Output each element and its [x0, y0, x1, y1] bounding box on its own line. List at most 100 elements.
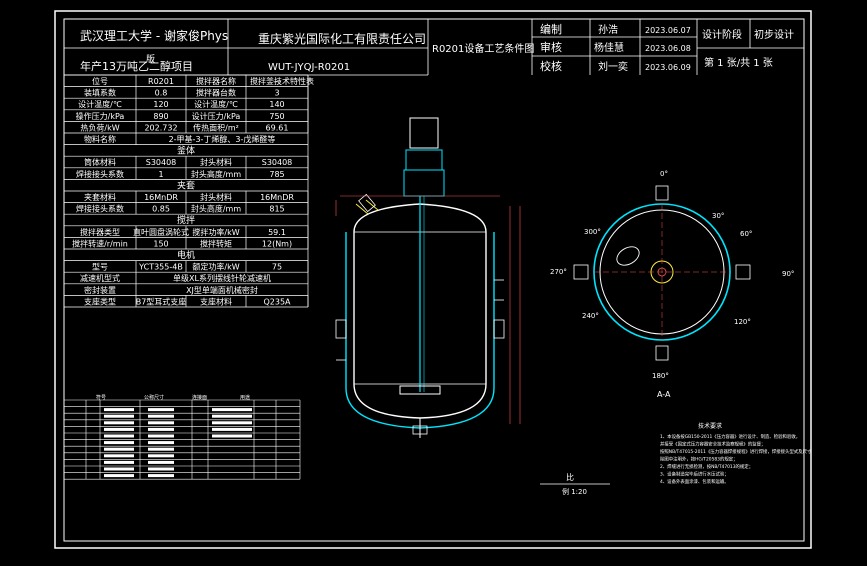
- plan-angle-label: 0°: [660, 170, 668, 178]
- spec-cell: 支座材料: [200, 296, 232, 306]
- drawing-name: R0201设备工艺条件图: [432, 42, 534, 55]
- spec-cell: 0.85: [152, 205, 170, 214]
- spec-cell: 焊接接头系数: [76, 204, 124, 214]
- plan-angle-label: 30°: [712, 212, 724, 220]
- spec-header: 搅拌釜技术特性表: [250, 76, 314, 86]
- spec-cell: 设计温度/℃: [78, 99, 122, 109]
- spec-cell: 2-甲基-3-丁烯醇、3-戊烯醛等: [169, 134, 276, 144]
- drawing-number: WUT-JYQJ-R0201: [268, 62, 350, 73]
- nozzle-table: 符号 公称尺寸 连接面 用途: [63, 394, 301, 480]
- spec-cell: 搅拌功率/kW: [192, 227, 239, 237]
- spec-cell: S30408: [262, 158, 293, 167]
- role-editor-date: 2023.06.07: [645, 26, 691, 35]
- spec-cell: 位号: [92, 76, 108, 86]
- project-label: 年产13万吨乙二醇项目: [80, 59, 193, 73]
- plan-angle-label: 60°: [740, 230, 752, 238]
- plan-angle-label: 90°: [782, 270, 794, 278]
- spec-cell: 59.1: [268, 228, 286, 237]
- plan-lug-270: [573, 264, 589, 280]
- spec-cell: 搅拌转速/r/min: [72, 238, 128, 248]
- spec-cell: 操作压力/kPa: [76, 111, 125, 121]
- spec-cell: Q235A: [263, 297, 291, 306]
- spec-section-title: 搅拌: [177, 214, 195, 226]
- company-label: 重庆紫光国际化工有限责任公司: [258, 32, 426, 46]
- support-lug-right: [493, 319, 505, 339]
- spec-cell: 支座类型: [84, 296, 116, 306]
- vessel-elevation: [335, 117, 521, 438]
- role-reviewer: 审核: [540, 40, 562, 54]
- spec-cell: 1: [158, 170, 163, 179]
- tech-note-line: 2、焊缝进行无损检测，按NB/T47013的规定；: [660, 463, 753, 470]
- spec-cell: 搅拌器名称: [196, 76, 236, 86]
- spec-cell: 封头高度/mm: [191, 169, 241, 179]
- stage-label: 设计阶段: [702, 28, 742, 41]
- support-lug-left: [335, 319, 347, 339]
- spec-cell: 120: [153, 100, 168, 109]
- sheet-count: 第 1 张/共 1 张: [704, 56, 773, 69]
- tech-note-line: 3、设备制造完毕后进行水压试验；: [660, 471, 729, 478]
- nozzle-header-cell: 公称尺寸: [144, 394, 164, 401]
- spec-cell: 直叶圆盘涡轮式: [133, 227, 189, 237]
- spec-cell: 202.732: [144, 123, 177, 132]
- spec-cell: 额定功率/kW: [192, 262, 239, 272]
- spec-cell: 150: [153, 239, 168, 248]
- spec-cell: B7型耳式支座: [136, 296, 187, 306]
- spec-cell: 890: [153, 112, 168, 121]
- tech-note-line: 4、设备外表面涂漆、包装和运输。: [660, 478, 729, 485]
- drive-frame: [403, 169, 445, 197]
- plan-angle-label: 240°: [582, 312, 599, 320]
- role-reviewer-name: 杨佳慧: [594, 41, 624, 54]
- spec-cell: 搅拌器类型: [80, 227, 120, 237]
- spec-cell: 16MnDR: [144, 193, 178, 202]
- spec-cell: 型号: [92, 263, 108, 272]
- nozzle-header-cell: 符号: [96, 394, 106, 401]
- spec-cell: 传热面积/m²: [193, 122, 239, 132]
- spec-cell: 设计压力/kPa: [192, 111, 241, 121]
- spec-cell: YCT355-4B: [138, 263, 183, 272]
- nozzle-header-cell: 连接面: [192, 394, 207, 401]
- spec-cell: 减速机型式: [80, 273, 120, 283]
- tech-note-line: 按照NB/T47015-2011《压力容器焊接规程》进行焊接，焊接接头型式及尺寸: [660, 448, 812, 455]
- spec-cell: 筒体材料: [84, 157, 116, 167]
- spec-cell: 热负荷/kW: [80, 122, 119, 132]
- scale-value: 例 1:20: [562, 487, 587, 496]
- spec-cell: 搅拌器台数: [196, 88, 236, 98]
- spec-section-title: 夹套: [177, 179, 195, 191]
- spec-cell: 装填系数: [84, 88, 116, 98]
- spec-cell: 密封装置: [84, 285, 116, 295]
- spec-cell: 815: [269, 205, 284, 214]
- spec-cell: 设计温度/℃: [194, 99, 238, 109]
- spec-cell: —: [273, 77, 281, 86]
- drawing-canvas: 武汉理工大学 - 谢家俊Phys 版 年产13万吨乙二醇项目 重庆紫光国际化工有…: [0, 0, 867, 562]
- spec-cell: 785: [269, 170, 284, 179]
- role-checker: 校核: [540, 59, 562, 73]
- role-editor-name: 孙浩: [598, 23, 618, 36]
- plan-lug-0: [655, 185, 669, 201]
- tech-note-line: 并接受《固定式压力容器安全技术监察规程》的监督；: [660, 441, 765, 448]
- spec-cell: 单级XL系列摆线针轮减速机: [173, 273, 271, 283]
- role-checker-date: 2023.06.09: [645, 63, 691, 72]
- section-label: A-A: [657, 390, 671, 399]
- motor: [409, 117, 439, 149]
- scale-label: 比: [566, 472, 574, 482]
- spec-cell: 750: [269, 112, 284, 121]
- spec-cell: 75: [272, 263, 282, 272]
- spec-cell: 0.8: [155, 89, 168, 98]
- spec-cell: XJ型单端面机械密封: [186, 285, 258, 295]
- spec-cell: 16MnDR: [260, 193, 294, 202]
- university-label: 武汉理工大学 - 谢家俊Phys: [80, 28, 228, 43]
- role-checker-name: 刘一奕: [598, 60, 628, 73]
- plan-lug-180: [655, 345, 669, 361]
- spec-cell: 封头材料: [200, 192, 232, 202]
- role-reviewer-date: 2023.06.08: [645, 44, 691, 53]
- spec-section-title: 釜体: [177, 145, 195, 157]
- spec-cell: 封头高度/mm: [191, 204, 241, 214]
- spec-cell: 140: [269, 100, 284, 109]
- spec-cell: S30408: [146, 158, 177, 167]
- spec-cell: 夹套材料: [84, 192, 116, 202]
- plan-lug-90: [735, 264, 751, 280]
- spec-cell: 搅拌转矩: [200, 238, 232, 248]
- tech-note-line: 除图中注明外，按HG/T20583的规定；: [660, 456, 738, 463]
- spec-section-title: 电机: [177, 249, 195, 261]
- spec-cell: 69.61: [266, 123, 289, 132]
